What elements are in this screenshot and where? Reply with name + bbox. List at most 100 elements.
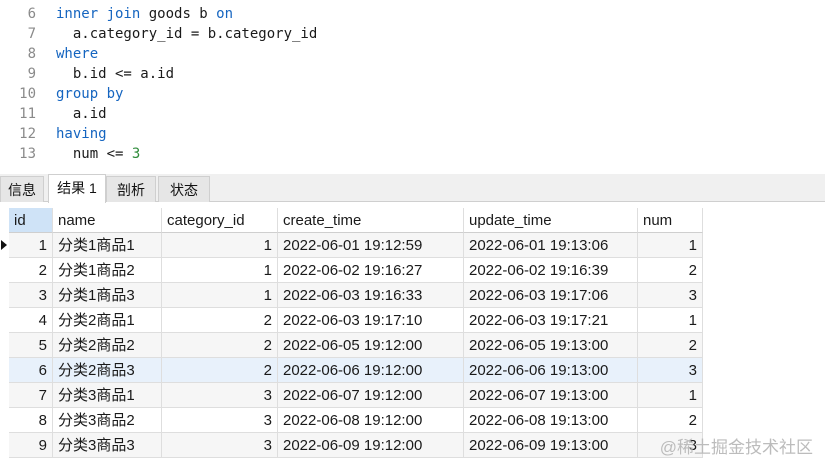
code-line[interactable]: 9 b.id <= a.id xyxy=(0,64,825,84)
cell-category-id[interactable]: 3 xyxy=(162,433,278,458)
code-line[interactable]: 12 having xyxy=(0,124,825,144)
column-header-num[interactable]: num xyxy=(638,208,703,233)
table-row[interactable]: 9 分类3商品3 3 2022-06-09 19:12:00 2022-06-09 19… xyxy=(0,433,703,458)
cell-create-time[interactable]: 2022-06-03 19:16:33 xyxy=(278,283,464,308)
cell-num[interactable]: 1 xyxy=(638,233,703,258)
table-row[interactable]: 6 分类2商品3 2 2022-06-06 19:12:00 2022-06-06 19… xyxy=(0,358,703,383)
cell-category-id[interactable]: 2 xyxy=(162,308,278,333)
row-marker[interactable] xyxy=(0,233,9,258)
row-marker[interactable] xyxy=(0,358,9,383)
cell-num[interactable]: 3 xyxy=(638,283,703,308)
tab-status[interactable]: 状态 xyxy=(158,176,210,202)
cell-update-time[interactable]: 2022-06-06 19:13:00 xyxy=(464,358,638,383)
cell-create-time[interactable]: 2022-06-07 19:12:00 xyxy=(278,383,464,408)
cell-name[interactable]: 分类2商品2 xyxy=(53,333,162,358)
cell-id[interactable]: 7 xyxy=(9,383,53,408)
cell-update-time[interactable]: 2022-06-05 19:13:00 xyxy=(464,333,638,358)
cell-create-time[interactable]: 2022-06-09 19:12:00 xyxy=(278,433,464,458)
cell-id[interactable]: 5 xyxy=(9,333,53,358)
line-number: 9 xyxy=(27,66,36,82)
line-number: 13 xyxy=(19,146,36,162)
cell-name[interactable]: 分类1商品3 xyxy=(53,283,162,308)
cell-id[interactable]: 6 xyxy=(9,358,53,383)
cell-name[interactable]: 分类1商品1 xyxy=(53,233,162,258)
row-marker[interactable] xyxy=(0,283,9,308)
cell-update-time[interactable]: 2022-06-07 19:13:00 xyxy=(464,383,638,408)
line-number: 12 xyxy=(19,126,36,142)
row-marker[interactable] xyxy=(0,258,9,283)
sql-editor[interactable]: 6 inner join goods b on 7 a.category_id = … xyxy=(0,0,825,170)
cell-update-time[interactable]: 2022-06-03 19:17:21 xyxy=(464,308,638,333)
cell-create-time[interactable]: 2022-06-02 19:16:27 xyxy=(278,258,464,283)
cell-category-id[interactable]: 1 xyxy=(162,258,278,283)
cell-update-time[interactable]: 2022-06-09 19:13:00 xyxy=(464,433,638,458)
cell-create-time[interactable]: 2022-06-01 19:12:59 xyxy=(278,233,464,258)
code-text: a.id xyxy=(56,104,107,124)
code-line[interactable]: 11 a.id xyxy=(0,104,825,124)
cell-create-time[interactable]: 2022-06-03 19:17:10 xyxy=(278,308,464,333)
cell-num[interactable]: 3 xyxy=(638,358,703,383)
column-header-update-time[interactable]: update_time xyxy=(464,208,638,233)
cell-category-id[interactable]: 1 xyxy=(162,233,278,258)
watermark: @稀土掘金技术社区 xyxy=(659,438,813,457)
code-line[interactable]: 8 where xyxy=(0,44,825,64)
column-header-create-time[interactable]: create_time xyxy=(278,208,464,233)
cell-category-id[interactable]: 2 xyxy=(162,333,278,358)
table-row[interactable]: 5 分类2商品2 2 2022-06-05 19:12:00 2022-06-05 19… xyxy=(0,333,703,358)
cell-id[interactable]: 1 xyxy=(9,233,53,258)
cell-id[interactable]: 8 xyxy=(9,408,53,433)
cell-create-time[interactable]: 2022-06-05 19:12:00 xyxy=(278,333,464,358)
cell-create-time[interactable]: 2022-06-08 19:12:00 xyxy=(278,408,464,433)
cell-name[interactable]: 分类3商品1 xyxy=(53,383,162,408)
result-grid[interactable]: id name category_id create_time update_time n… xyxy=(0,206,825,470)
row-marker[interactable] xyxy=(0,333,9,358)
tab-profile[interactable]: 剖析 xyxy=(106,176,156,202)
code-text: inner join goods b on xyxy=(56,4,233,24)
cell-num[interactable]: 1 xyxy=(638,308,703,333)
cell-id[interactable]: 2 xyxy=(9,258,53,283)
cell-category-id[interactable]: 3 xyxy=(162,408,278,433)
table-row[interactable]: 1 分类1商品1 1 2022-06-01 19:12:59 2022-06-01 19… xyxy=(0,233,703,258)
cell-num[interactable]: 1 xyxy=(638,383,703,408)
cell-category-id[interactable]: 1 xyxy=(162,283,278,308)
cell-name[interactable]: 分类2商品3 xyxy=(53,358,162,383)
column-header-name[interactable]: name xyxy=(53,208,162,233)
table-row[interactable]: 7 分类3商品1 3 2022-06-07 19:12:00 2022-06-07 19… xyxy=(0,383,703,408)
tab-result-1[interactable]: 结果 1 xyxy=(48,174,106,203)
cell-name[interactable]: 分类1商品2 xyxy=(53,258,162,283)
table-row[interactable]: 2 分类1商品2 1 2022-06-02 19:16:27 2022-06-02 19… xyxy=(0,258,703,283)
cell-id[interactable]: 3 xyxy=(9,283,53,308)
cell-update-time[interactable]: 2022-06-01 19:13:06 xyxy=(464,233,638,258)
table-row[interactable]: 4 分类2商品1 2 2022-06-03 19:17:10 2022-06-03 19… xyxy=(0,308,703,333)
column-header-id[interactable]: id xyxy=(9,208,53,233)
cell-name[interactable]: 分类3商品3 xyxy=(53,433,162,458)
table-row[interactable]: 3 分类1商品3 1 2022-06-03 19:16:33 2022-06-03 19… xyxy=(0,283,703,308)
cell-update-time[interactable]: 2022-06-02 19:16:39 xyxy=(464,258,638,283)
cell-name[interactable]: 分类2商品1 xyxy=(53,308,162,333)
row-marker[interactable] xyxy=(0,308,9,333)
cell-id[interactable]: 4 xyxy=(9,308,53,333)
cell-create-time[interactable]: 2022-06-06 19:12:00 xyxy=(278,358,464,383)
code-text: b.id <= a.id xyxy=(56,64,174,84)
table-row[interactable]: 8 分类3商品2 3 2022-06-08 19:12:00 2022-06-08 19… xyxy=(0,408,703,433)
row-marker[interactable] xyxy=(0,408,9,433)
cell-category-id[interactable]: 3 xyxy=(162,383,278,408)
cell-num[interactable]: 2 xyxy=(638,333,703,358)
cell-num[interactable]: 2 xyxy=(638,408,703,433)
code-line[interactable]: 6 inner join goods b on xyxy=(0,4,825,24)
current-row-caret-icon xyxy=(1,240,7,250)
code-line[interactable]: 7 a.category_id = b.category_id xyxy=(0,24,825,44)
code-line[interactable]: 10 group by xyxy=(0,84,825,104)
cell-category-id[interactable]: 2 xyxy=(162,358,278,383)
cell-update-time[interactable]: 2022-06-08 19:13:00 xyxy=(464,408,638,433)
code-line[interactable]: 13 num <= 3 xyxy=(0,144,825,164)
tab-info[interactable]: 信息 xyxy=(0,176,44,202)
sql-keyword: group by xyxy=(56,86,124,102)
cell-num[interactable]: 2 xyxy=(638,258,703,283)
row-marker[interactable] xyxy=(0,383,9,408)
cell-name[interactable]: 分类3商品2 xyxy=(53,408,162,433)
row-marker[interactable] xyxy=(0,433,9,458)
cell-update-time[interactable]: 2022-06-03 19:17:06 xyxy=(464,283,638,308)
column-header-category-id[interactable]: category_id xyxy=(162,208,278,233)
cell-id[interactable]: 9 xyxy=(9,433,53,458)
